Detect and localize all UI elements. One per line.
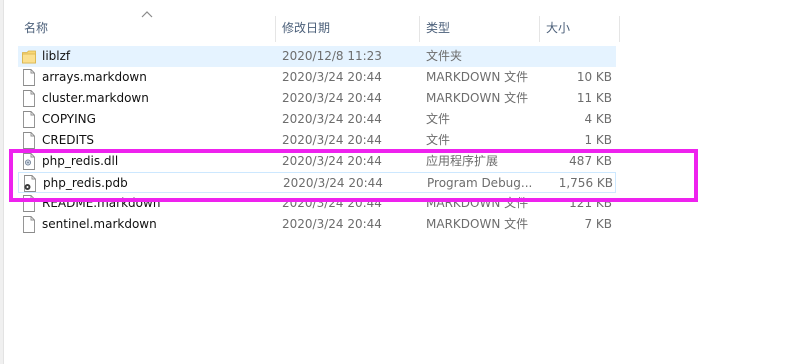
column-header-type[interactable]: 类型 (420, 16, 540, 42)
file-type: 文件 (426, 133, 451, 147)
file-size (538, 46, 612, 67)
column-divider[interactable] (619, 16, 620, 42)
file-date-modified: 2020/3/24 20:44 (282, 70, 382, 84)
pdb-icon (23, 175, 37, 192)
file-type: 文件夹 (426, 49, 463, 63)
file-row[interactable]: php_redis.pdb 2020/3/24 20:44 Program Debu… (18, 172, 616, 193)
file-type: MARKDOWN 文件 (426, 70, 529, 84)
file-row[interactable]: cluster.markdown 2020/3/24 20:44 MARKDOWN … (18, 88, 616, 109)
navigation-pane-edge (0, 0, 4, 364)
file-name: COPYING (42, 112, 96, 126)
file-date-modified: 2020/3/24 20:44 (282, 91, 382, 105)
file-type: 文件 (426, 112, 451, 126)
column-header-type-label: 类型 (426, 21, 451, 35)
file-name: liblzf (42, 49, 71, 63)
file-row[interactable]: arrays.markdown 2020/3/24 20:44 MARKDOWN 文… (18, 67, 616, 88)
column-header-name[interactable]: 名称 (18, 16, 276, 42)
document-icon (22, 216, 36, 233)
dll-icon (22, 153, 36, 170)
file-type: MARKDOWN 文件 (426, 91, 529, 105)
document-icon (22, 69, 36, 86)
column-header-date[interactable]: 修改日期 (276, 16, 420, 42)
file-type: MARKDOWN 文件 (426, 217, 529, 231)
file-size: 1,756 KB (558, 176, 613, 190)
file-name: php_redis.pdb (43, 176, 128, 190)
document-icon (22, 90, 36, 107)
file-row[interactable]: sentinel.markdown 2020/3/24 20:44 MARKDOWN… (18, 214, 616, 235)
column-header-size[interactable]: 大小 (540, 16, 620, 42)
document-icon (22, 111, 36, 128)
file-type: MARKDOWN 文件 (426, 196, 529, 210)
file-size: 121 KB (569, 196, 612, 210)
column-header-name-label: 名称 (24, 21, 49, 35)
file-date-modified: 2020/3/24 20:44 (282, 154, 382, 168)
file-name: sentinel.markdown (42, 217, 157, 231)
column-header-size-label: 大小 (546, 21, 571, 35)
file-row[interactable]: php_redis.dll 2020/3/24 20:44 应用程序扩展 487 KB (18, 151, 616, 172)
file-name: php_redis.dll (42, 154, 119, 168)
file-size: 487 KB (569, 154, 612, 168)
file-row[interactable]: COPYING 2020/3/24 20:44 文件 4 KB (18, 109, 616, 130)
file-date-modified: 2020/3/24 20:44 (282, 196, 382, 210)
file-row[interactable]: liblzf 2020/12/8 11:23 文件夹 (18, 46, 616, 67)
file-size: 4 KB (584, 112, 612, 126)
file-size: 11 KB (576, 91, 612, 105)
file-date-modified: 2020/3/24 20:44 (282, 217, 382, 231)
document-icon (22, 132, 36, 149)
file-row[interactable]: CREDITS 2020/3/24 20:44 文件 1 KB (18, 130, 616, 151)
file-date-modified: 2020/12/8 11:23 (282, 49, 382, 63)
file-size: 1 KB (584, 133, 612, 147)
file-name: arrays.markdown (42, 70, 147, 84)
file-name: cluster.markdown (42, 91, 149, 105)
file-name: README.markdown (42, 196, 161, 210)
column-header-bar: 名称 修改日期 类型 大小 (0, 0, 808, 42)
column-header-date-label: 修改日期 (282, 21, 331, 35)
document-icon (22, 195, 36, 212)
file-row[interactable]: README.markdown 2020/3/24 20:44 MARKDOWN 文… (18, 193, 616, 214)
file-size: 10 KB (576, 70, 612, 84)
folder-icon (22, 48, 36, 65)
file-date-modified: 2020/3/24 20:44 (282, 112, 382, 126)
file-date-modified: 2020/3/24 20:44 (282, 133, 382, 147)
file-date-modified: 2020/3/24 20:44 (283, 176, 383, 190)
file-name: CREDITS (42, 133, 95, 147)
file-type: Program Debug... (427, 176, 533, 190)
file-size: 7 KB (584, 217, 612, 231)
file-type: 应用程序扩展 (426, 154, 499, 168)
